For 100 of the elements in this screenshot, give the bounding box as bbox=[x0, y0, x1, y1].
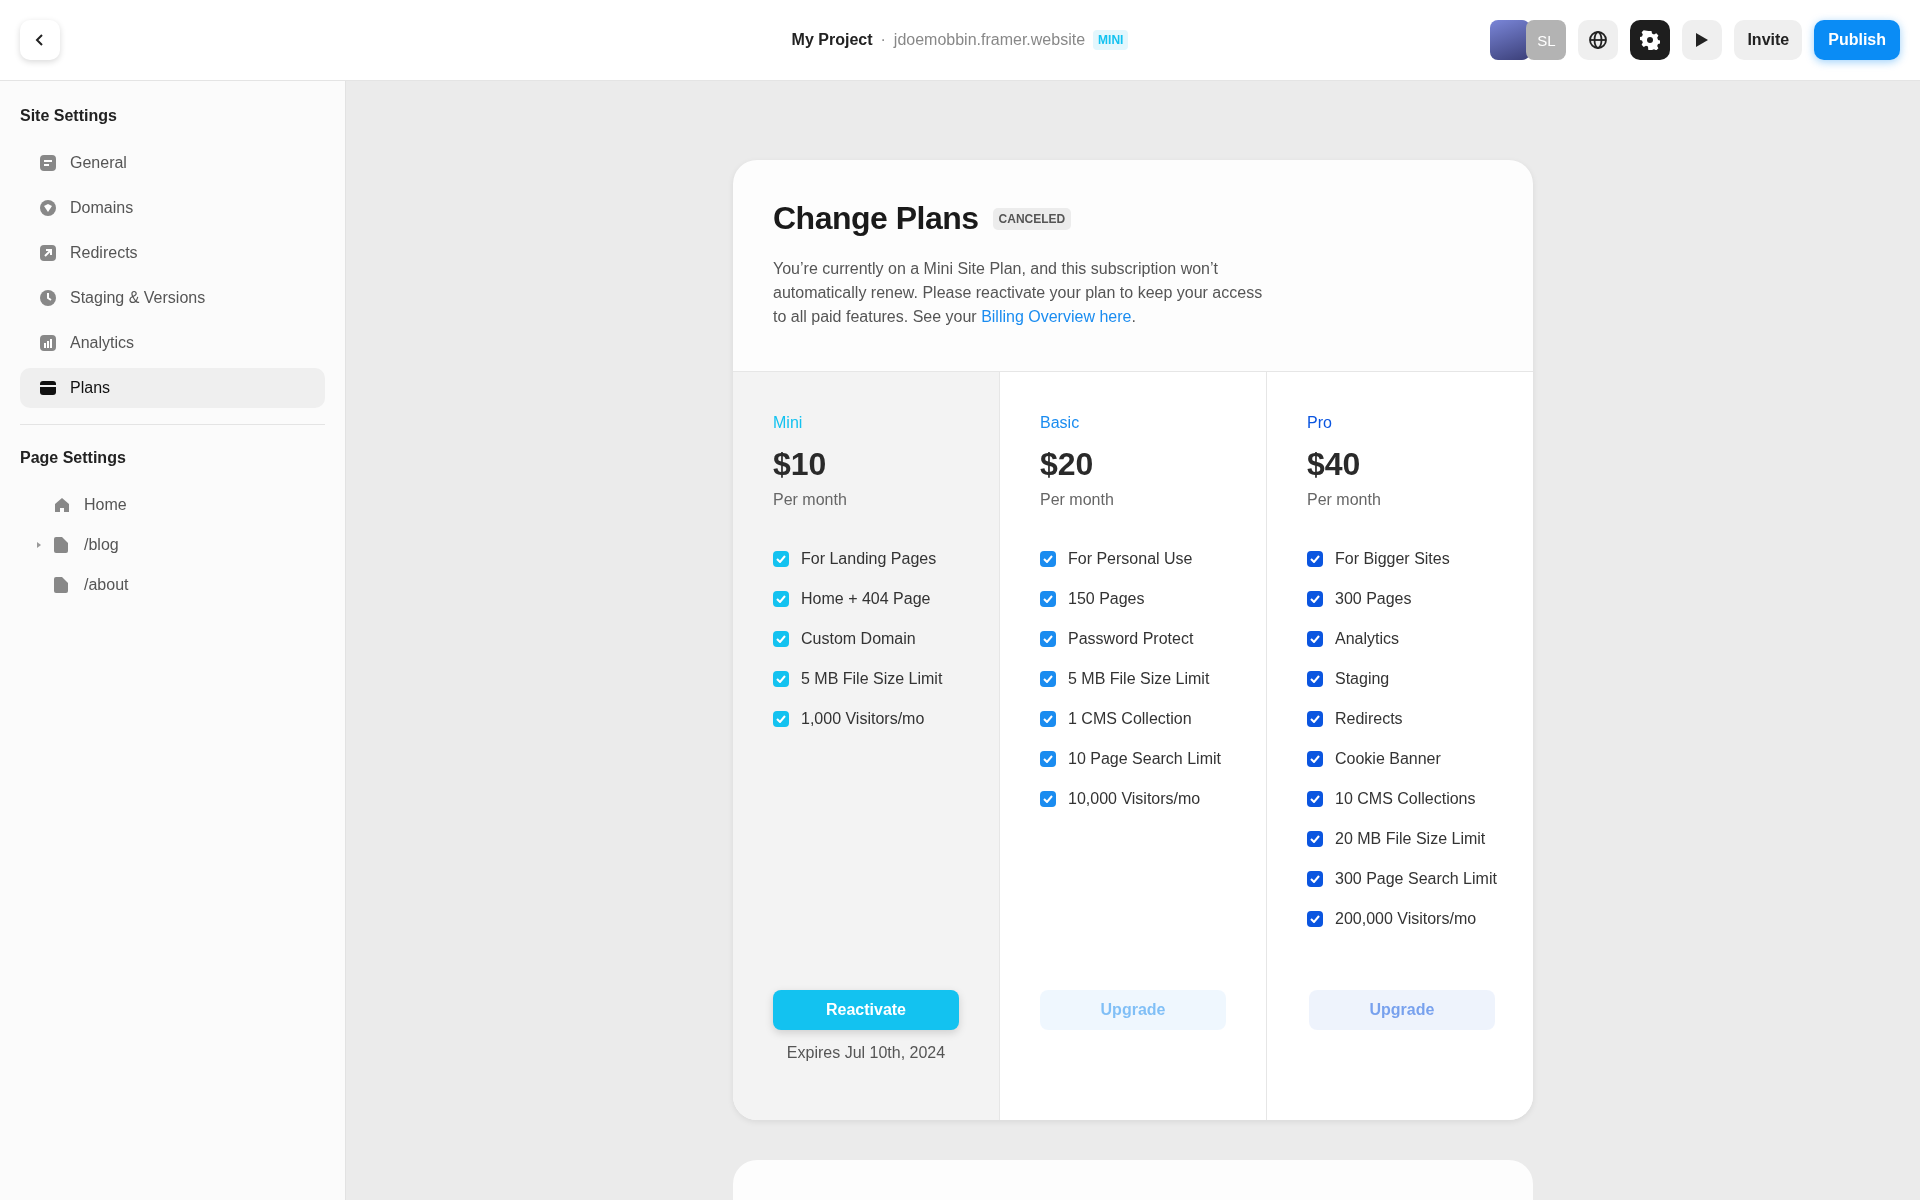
feature-label: For Personal Use bbox=[1068, 550, 1193, 568]
feature-label: 200,000 Visitors/mo bbox=[1335, 910, 1477, 928]
checkmark-icon bbox=[1043, 675, 1053, 683]
feature-label: 20 MB File Size Limit bbox=[1335, 830, 1486, 848]
sidebar-item[interactable]: Staging & Versions bbox=[20, 278, 325, 318]
checkmark-icon bbox=[776, 675, 786, 683]
sidebar-item-label: Redirects bbox=[70, 244, 138, 262]
price-period: Per month bbox=[773, 491, 848, 509]
caret-icon[interactable] bbox=[35, 541, 43, 549]
checkmark-icon bbox=[1310, 675, 1320, 683]
checkmark-icon bbox=[776, 555, 786, 563]
checkmark-icon bbox=[1310, 635, 1320, 643]
checkmark-icon bbox=[1043, 795, 1053, 803]
status-badge: CANCELED bbox=[992, 207, 1072, 230]
plan-price: $20 bbox=[1040, 446, 1095, 483]
feature-label: 300 Pages bbox=[1335, 590, 1412, 608]
checkbox[interactable] bbox=[1307, 591, 1323, 607]
checkmark-icon bbox=[1043, 595, 1053, 603]
checkbox[interactable] bbox=[1307, 751, 1323, 767]
checkbox[interactable] bbox=[1040, 591, 1056, 607]
sidebar-item-label: General bbox=[70, 154, 127, 172]
plan-badge: MINI bbox=[1093, 30, 1129, 50]
plan-price: $10 bbox=[773, 446, 828, 483]
play-button[interactable] bbox=[1682, 20, 1723, 60]
checkbox[interactable] bbox=[773, 631, 789, 647]
play-icon bbox=[1695, 32, 1710, 48]
checkmark-icon bbox=[1310, 755, 1320, 763]
checkmark-icon bbox=[1043, 635, 1053, 643]
checkbox[interactable] bbox=[1307, 711, 1323, 727]
document-icon bbox=[40, 155, 56, 171]
checkbox[interactable] bbox=[773, 671, 789, 687]
settings-icon bbox=[1640, 30, 1661, 50]
checkmark-icon bbox=[776, 595, 786, 603]
feature-label: 10 Page Search Limit bbox=[1068, 750, 1221, 768]
plan-name: Mini bbox=[773, 414, 804, 432]
checkbox[interactable] bbox=[1307, 551, 1323, 567]
checkbox[interactable] bbox=[1040, 711, 1056, 727]
page-item[interactable]: Home bbox=[84, 496, 127, 514]
checkmark-icon bbox=[1310, 715, 1320, 723]
feature-label: 1 CMS Collection bbox=[1068, 710, 1192, 728]
checkbox[interactable] bbox=[1307, 831, 1323, 847]
feature-label: Home + 404 Page bbox=[801, 590, 931, 608]
section-heading: Page Settings bbox=[20, 449, 127, 467]
file-icon bbox=[54, 577, 68, 593]
home-icon bbox=[54, 497, 70, 513]
feature-label: 5 MB File Size Limit bbox=[801, 670, 943, 688]
feature-label: 10 CMS Collections bbox=[1335, 790, 1476, 808]
sidebar-item[interactable]: Plans bbox=[20, 368, 325, 408]
checkbox[interactable] bbox=[1040, 671, 1056, 687]
feature-label: Analytics bbox=[1335, 630, 1400, 648]
checkbox[interactable] bbox=[1040, 631, 1056, 647]
sidebar-item-label: Analytics bbox=[70, 334, 135, 352]
feature-label: Staging bbox=[1335, 670, 1390, 688]
avatar-initials: SL bbox=[1526, 20, 1567, 60]
sidebar-item-label: Domains bbox=[70, 199, 134, 217]
checkmark-icon bbox=[776, 635, 786, 643]
feature-label: Redirects bbox=[1335, 710, 1403, 728]
checkbox[interactable] bbox=[1307, 631, 1323, 647]
sidebar-item[interactable]: Analytics bbox=[20, 323, 325, 363]
checkmark-icon bbox=[1310, 595, 1320, 603]
checkmark-icon bbox=[1310, 555, 1320, 563]
page-item[interactable]: /about bbox=[84, 576, 129, 594]
card-title: Change Plans bbox=[773, 200, 979, 237]
feature-label: Cookie Banner bbox=[1335, 750, 1441, 768]
feature-label: 1,000 Visitors/mo bbox=[801, 710, 925, 728]
checkmark-icon bbox=[1043, 555, 1053, 563]
checkbox[interactable] bbox=[773, 551, 789, 567]
checkbox[interactable] bbox=[1040, 551, 1056, 567]
checkbox[interactable] bbox=[1307, 791, 1323, 807]
checkmark-icon bbox=[1310, 915, 1320, 923]
globe-icon bbox=[40, 200, 56, 216]
sidebar-item[interactable]: Domains bbox=[20, 188, 325, 228]
file-icon bbox=[54, 537, 68, 553]
feature-label: 150 Pages bbox=[1068, 590, 1145, 608]
sidebar-item-label: Staging & Versions bbox=[70, 289, 206, 307]
checkmark-icon bbox=[1043, 715, 1053, 723]
site-domain: jdoemobbin.framer.website bbox=[893, 31, 1086, 49]
feature-label: Custom Domain bbox=[801, 630, 916, 648]
checkbox[interactable] bbox=[1307, 911, 1323, 927]
sidebar-item[interactable]: General bbox=[20, 143, 325, 183]
checkbox[interactable] bbox=[773, 591, 789, 607]
checkmark-icon bbox=[1310, 795, 1320, 803]
checkmark-icon bbox=[1310, 835, 1320, 843]
feature-label: 300 Page Search Limit bbox=[1335, 870, 1497, 888]
card-icon bbox=[40, 381, 56, 395]
expiry-note: Expires Jul 10th, 2024 bbox=[786, 1044, 946, 1062]
feature-label: For Landing Pages bbox=[801, 550, 937, 568]
settings-button[interactable] bbox=[1630, 20, 1671, 60]
checkbox[interactable] bbox=[773, 711, 789, 727]
checkbox[interactable] bbox=[1040, 791, 1056, 807]
checkbox[interactable] bbox=[1307, 871, 1323, 887]
sidebar-item[interactable]: Redirects bbox=[20, 233, 325, 273]
plan-name: Basic bbox=[1040, 414, 1081, 432]
globe-button[interactable] bbox=[1578, 20, 1619, 60]
checkbox[interactable] bbox=[1307, 671, 1323, 687]
page-item[interactable]: /blog bbox=[84, 536, 119, 554]
checkbox[interactable] bbox=[1040, 751, 1056, 767]
invite-button[interactable]: Invite bbox=[1734, 20, 1803, 60]
globe-icon bbox=[1588, 30, 1609, 50]
feature-label: Password Protect bbox=[1068, 630, 1194, 648]
